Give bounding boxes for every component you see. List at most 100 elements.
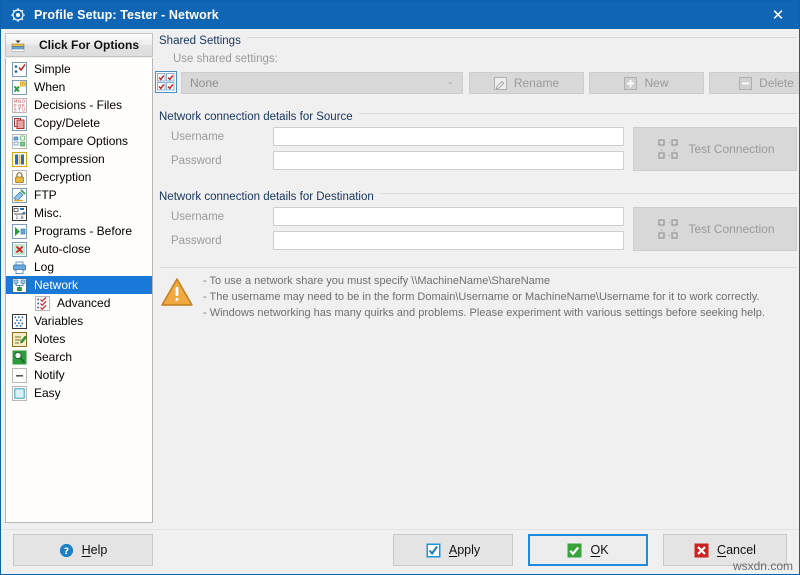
sidebar-item-label: Compression <box>34 153 105 165</box>
source-test-connection-button[interactable]: Test Connection <box>633 127 797 171</box>
easy-icon <box>11 385 27 401</box>
apply-accel: A <box>449 543 457 557</box>
svg-text:?: ? <box>64 547 69 557</box>
sidebar-header-label: Click For Options <box>39 38 139 52</box>
sidebar-item-label: Compare Options <box>34 135 128 147</box>
when-icon: 10 <box>11 79 27 95</box>
sidebar-item-notify[interactable]: Notify <box>6 366 152 384</box>
ftp-icon <box>11 187 27 203</box>
warning-triangle-icon <box>161 277 193 312</box>
destination-username-input[interactable] <box>273 207 624 226</box>
sidebar-item-label: Search <box>34 351 72 363</box>
options-sidebar: Click For Options Simple 10 When MNOPQ <box>5 33 153 523</box>
sidebar-item-decisions-files[interactable]: MNOPQRSTU Decisions - Files <box>6 96 152 114</box>
sidebar-item-notes[interactable]: Notes <box>6 330 152 348</box>
source-password-input[interactable] <box>273 151 624 170</box>
sidebar-item-compression[interactable]: Compression <box>6 150 152 168</box>
delete-button-label: Delete <box>759 76 794 90</box>
auto-close-icon <box>11 241 27 257</box>
window-title: Profile Setup: Tester - Network <box>34 8 219 22</box>
sidebar-item-simple[interactable]: Simple <box>6 60 152 78</box>
sidebar-item-variables[interactable]: Variables <box>6 312 152 330</box>
svg-text:1.0: 1.0 <box>15 215 23 221</box>
warning-line: - Windows networking has many quirks and… <box>203 305 765 321</box>
destination-test-connection-button[interactable]: Test Connection <box>633 207 797 251</box>
source-test-connection-label: Test Connection <box>688 142 774 156</box>
cancel-x-icon <box>694 543 709 558</box>
options-list[interactable]: Simple 10 When MNOPQRSTU Decisions - Fil… <box>5 58 153 523</box>
sidebar-item-when[interactable]: 10 When <box>6 78 152 96</box>
simple-icon <box>11 61 27 77</box>
delete-button[interactable]: Delete <box>709 72 800 94</box>
destination-username-label: Username <box>171 211 224 223</box>
misc-icon: 1.0 <box>11 205 27 221</box>
click-for-options-header[interactable]: Click For Options <box>5 33 153 57</box>
warning-line: - The username may need to be in the for… <box>203 289 765 305</box>
sidebar-item-auto-close[interactable]: Auto-close <box>6 240 152 258</box>
warning-divider <box>159 267 797 268</box>
help-question-icon: ? <box>59 543 74 558</box>
profile-setup-window: Profile Setup: Tester - Network ✕ Click … <box>0 0 800 575</box>
sidebar-item-label: Notes <box>34 333 65 345</box>
destination-header: Network connection details for Destinati… <box>159 187 797 201</box>
destination-test-connection-label: Test Connection <box>688 222 774 236</box>
shared-settings-grid-icon[interactable] <box>155 71 177 93</box>
sidebar-item-log[interactable]: Log <box>6 258 152 276</box>
new-button[interactable]: New <box>589 72 704 94</box>
source-username-label: Username <box>171 131 224 143</box>
ok-button[interactable]: OK <box>528 534 648 566</box>
sidebar-item-programs-before[interactable]: Programs - Before <box>6 222 152 240</box>
sidebar-item-easy[interactable]: Easy <box>6 384 152 402</box>
destination-password-label: Password <box>171 235 222 247</box>
profile-setup-icon <box>10 7 26 23</box>
decryption-lock-icon <box>11 169 27 185</box>
help-accel: H <box>82 543 91 557</box>
sidebar-item-misc[interactable]: 1.0 Misc. <box>6 204 152 222</box>
sidebar-item-advanced[interactable]: Advanced <box>6 294 152 312</box>
sidebar-item-label: Decisions - Files <box>34 99 122 111</box>
close-icon[interactable]: ✕ <box>755 1 800 29</box>
warning-line: - To use a network share you must specif… <box>203 273 765 289</box>
options-stack-icon <box>10 37 26 53</box>
sidebar-item-search[interactable]: Search <box>6 348 152 366</box>
ok-button-label: OK <box>590 543 608 557</box>
source-username-input[interactable] <box>273 127 624 146</box>
cancel-accel: C <box>717 543 726 557</box>
sidebar-item-compare-options[interactable]: Compare Options <box>6 132 152 150</box>
shared-settings-combo[interactable]: None ⌄ <box>181 72 463 94</box>
programs-before-icon <box>11 223 27 239</box>
group-divider <box>159 37 797 38</box>
sidebar-item-label: When <box>34 81 65 93</box>
sidebar-item-copy-delete[interactable]: Copy/Delete <box>6 114 152 132</box>
sidebar-item-label: FTP <box>34 189 57 201</box>
sidebar-item-label: Log <box>34 261 54 273</box>
copy-delete-icon <box>11 115 27 131</box>
variables-icon <box>11 313 27 329</box>
shared-settings-title: Shared Settings <box>159 35 247 47</box>
sidebar-item-label: Advanced <box>57 297 110 309</box>
sidebar-item-decryption[interactable]: Decryption <box>6 168 152 186</box>
sidebar-item-ftp[interactable]: FTP <box>6 186 152 204</box>
notify-icon <box>11 367 27 383</box>
apply-button[interactable]: Apply <box>393 534 513 566</box>
log-printer-icon <box>11 259 27 275</box>
shared-settings-header: Shared Settings <box>159 31 797 45</box>
sidebar-item-label: Variables <box>34 315 83 327</box>
compare-options-icon <box>11 133 27 149</box>
svg-text:T: T <box>17 107 21 112</box>
shared-settings-group: Shared Settings Use shared settings: <box>159 31 797 45</box>
sidebar-item-label: Decryption <box>34 171 91 183</box>
rename-button[interactable]: Rename <box>469 72 584 94</box>
search-icon <box>11 349 27 365</box>
help-button[interactable]: ? Help <box>13 534 153 566</box>
apply-check-icon <box>426 543 441 558</box>
plus-icon <box>624 77 637 90</box>
cancel-button-label: Cancel <box>717 543 756 557</box>
source-header: Network connection details for Source <box>159 107 797 121</box>
source-password-label: Password <box>171 155 222 167</box>
sidebar-item-network[interactable]: Network <box>6 276 152 294</box>
destination-password-input[interactable] <box>273 231 624 250</box>
new-button-label: New <box>644 76 668 90</box>
sidebar-item-label: Auto-close <box>34 243 91 255</box>
source-group: Network connection details for Source Us… <box>159 107 797 121</box>
